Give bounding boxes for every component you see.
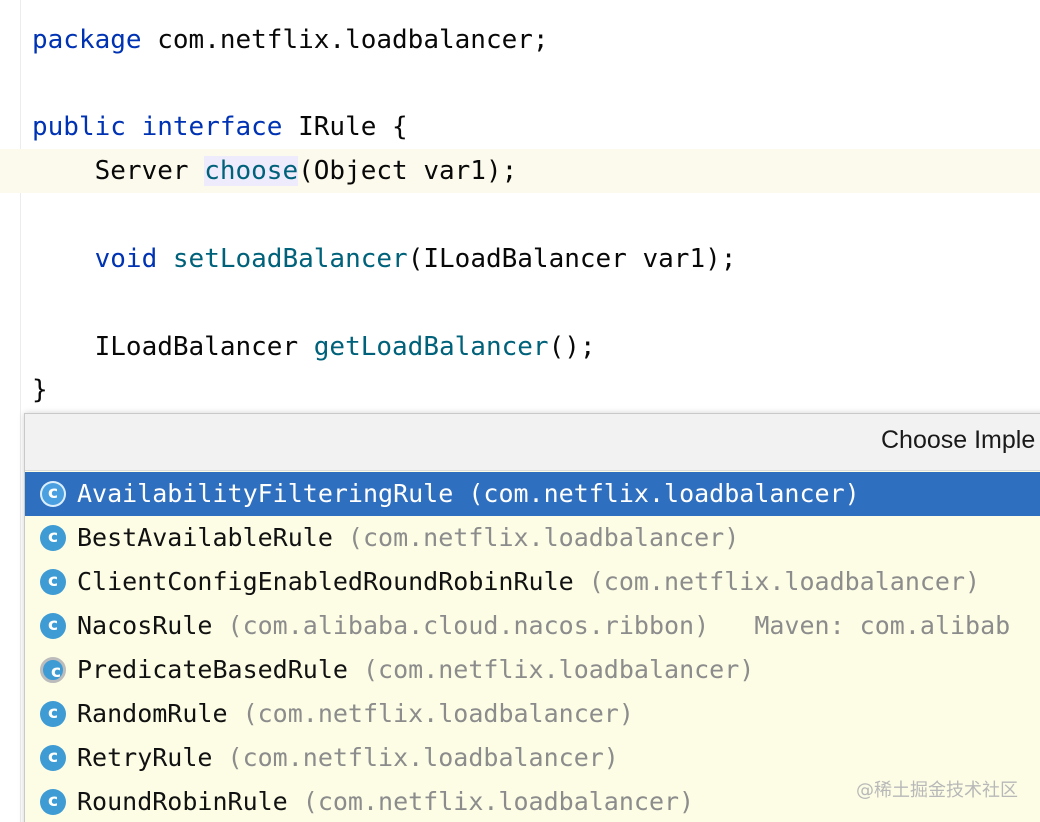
item-name: ClientConfigEnabledRoundRobinRule bbox=[77, 567, 574, 596]
class-icon bbox=[40, 613, 66, 639]
class-icon bbox=[40, 745, 66, 771]
item-name: AvailabilityFilteringRule bbox=[77, 479, 454, 508]
code-line-closing-brace[interactable]: } bbox=[0, 368, 1040, 412]
item-name: RoundRobinRule bbox=[77, 787, 288, 816]
class-icon bbox=[40, 569, 66, 595]
method-choose[interactable]: choose bbox=[204, 156, 299, 186]
implementation-item[interactable]: BestAvailableRule (com.netflix.loadbalan… bbox=[25, 516, 1040, 560]
getloadbalancer-return-type: ILoadBalancer bbox=[32, 332, 314, 362]
class-icon bbox=[40, 525, 66, 551]
keyword-void: void bbox=[32, 244, 158, 274]
interface-name: IRule { bbox=[282, 112, 408, 142]
implementation-item[interactable]: NacosRule (com.alibaba.cloud.nacos.ribbo… bbox=[25, 604, 1040, 648]
item-name: RandomRule bbox=[77, 699, 228, 728]
class-icon bbox=[40, 701, 66, 727]
item-package: (com.netflix.loadbalancer) bbox=[347, 655, 755, 684]
code-line-getloadbalancer[interactable]: ILoadBalancer getLoadBalancer(); bbox=[0, 325, 1040, 369]
popup-title: Choose Imple bbox=[881, 426, 1036, 454]
code-line-choose[interactable]: Server choose(Object var1); bbox=[0, 149, 1040, 193]
implementation-item[interactable]: PredicateBasedRule (com.netflix.loadbala… bbox=[25, 648, 1040, 692]
implementation-item[interactable]: RandomRule (com.netflix.loadbalancer) bbox=[25, 692, 1040, 736]
closing-brace: } bbox=[32, 375, 48, 405]
keyword-package: package bbox=[32, 25, 142, 55]
item-package: (com.alibaba.cloud.nacos.ribbon) bbox=[212, 611, 710, 640]
item-name: NacosRule bbox=[77, 611, 213, 640]
item-package: (com.netflix.loadbalancer) bbox=[287, 787, 695, 816]
code-line-interface[interactable]: public interface IRule { bbox=[0, 105, 1040, 149]
implementation-item[interactable]: RetryRule (com.netflix.loadbalancer) bbox=[25, 736, 1040, 780]
code-line-package[interactable]: package com.netflix.loadbalancer; bbox=[0, 18, 1040, 62]
watermark: @稀土掘金技术社区 bbox=[856, 780, 1018, 801]
setloadbalancer-args: (ILoadBalancer var1); bbox=[407, 244, 737, 274]
item-package: (com.netflix.loadbalancer) bbox=[573, 567, 981, 596]
code-line-setloadbalancer[interactable]: void setLoadBalancer(ILoadBalancer var1)… bbox=[0, 237, 1040, 281]
item-package: (com.netflix.loadbalancer) bbox=[332, 523, 740, 552]
choose-implementation-popup[interactable]: Choose Imple AvailabilityFilteringRule (… bbox=[24, 413, 1040, 822]
item-package: (com.netflix.loadbalancer) bbox=[453, 479, 860, 508]
choose-return-type: Server bbox=[32, 156, 205, 186]
getloadbalancer-args: (); bbox=[548, 332, 596, 362]
implementation-item[interactable]: ClientConfigEnabledRoundRobinRule (com.n… bbox=[25, 560, 1040, 604]
class-icon bbox=[40, 789, 66, 815]
item-name: BestAvailableRule bbox=[77, 523, 333, 552]
item-maven-source: Maven: com.alibab bbox=[709, 611, 1011, 640]
item-package: (com.netflix.loadbalancer) bbox=[212, 743, 619, 772]
item-name: RetryRule bbox=[77, 743, 213, 772]
package-name: com.netflix.loadbalancer; bbox=[141, 25, 549, 55]
popup-header: Choose Imple bbox=[25, 414, 1040, 471]
choose-args: (Object var1); bbox=[298, 156, 518, 186]
class-icon bbox=[40, 481, 66, 507]
method-setloadbalancer[interactable]: setLoadBalancer bbox=[173, 244, 408, 274]
keyword-public: public bbox=[32, 112, 126, 142]
item-package: (com.netflix.loadbalancer) bbox=[227, 699, 634, 728]
method-getloadbalancer[interactable]: getLoadBalancer bbox=[314, 332, 549, 362]
keyword-interface: interface bbox=[141, 112, 283, 142]
implementation-item[interactable]: AvailabilityFilteringRule (com.netflix.l… bbox=[25, 472, 1040, 516]
abstract-class-icon bbox=[40, 657, 69, 686]
item-name: PredicateBasedRule bbox=[77, 655, 348, 684]
